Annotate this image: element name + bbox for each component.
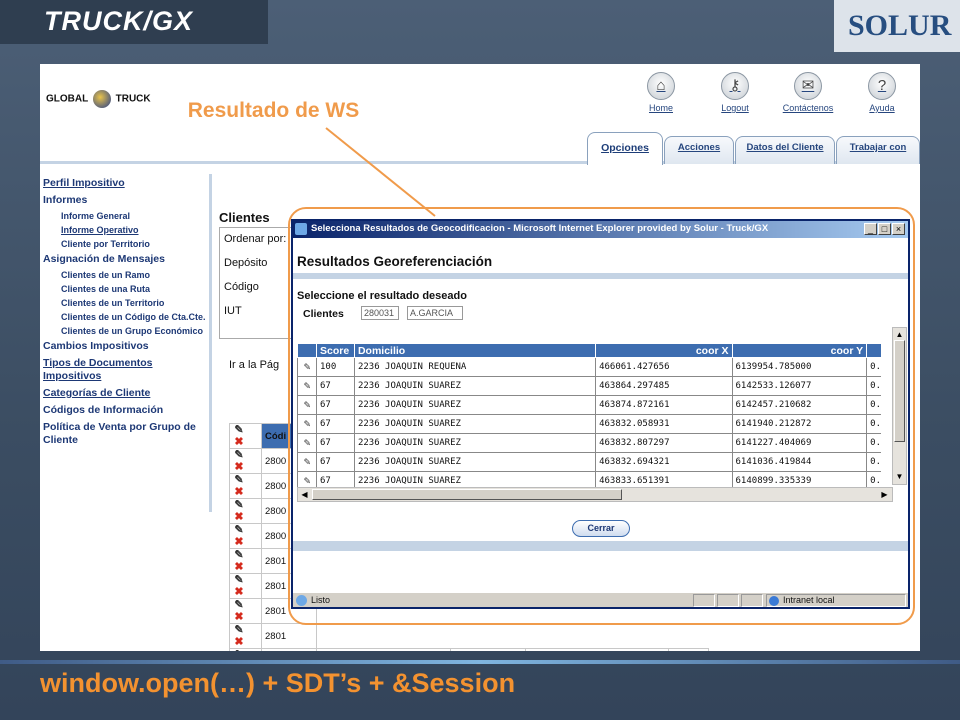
- logout-label: Logout: [721, 103, 749, 113]
- logout-button[interactable]: ⚷ Logout: [709, 72, 761, 113]
- sidebar-item[interactable]: Política de Venta por Grupo de Cliente: [43, 421, 206, 447]
- help-label: Ayuda: [869, 103, 895, 113]
- sidebar-item[interactable]: Clientes de un Grupo Económico: [61, 326, 206, 337]
- tab-trabajar-con[interactable]: Trabajar con: [836, 136, 920, 164]
- client-name-cell: CASTRO DANIEL: [316, 648, 452, 651]
- solur-logo: SOLUR: [834, 0, 960, 52]
- delete-icon[interactable]: ✖: [233, 586, 245, 598]
- client-doc-cell: 6042916-5: [450, 648, 527, 651]
- order-option-iut[interactable]: IUT: [224, 304, 294, 318]
- pencil-icon[interactable]: ✎: [233, 574, 245, 586]
- sidebar-item[interactable]: Informe General: [61, 211, 206, 222]
- sidebar-item[interactable]: Informes: [43, 194, 206, 207]
- delete-icon[interactable]: ✖: [233, 561, 245, 573]
- order-by-label: Ordenar por:: [224, 233, 287, 245]
- callout-label: Resultado de WS: [187, 99, 360, 122]
- logout-icon: ⚷: [721, 72, 749, 100]
- sidebar-item[interactable]: Clientes de un Ramo: [61, 270, 206, 281]
- help-button[interactable]: ? Ayuda: [856, 72, 908, 113]
- delete-icon: ✖: [234, 436, 244, 448]
- help-icon: ?: [868, 72, 896, 100]
- globe-icon: [92, 90, 111, 108]
- footer-divider: [0, 660, 960, 664]
- global-truck-logo: GLOBAL TRUCK: [46, 90, 151, 108]
- sidebar-item[interactable]: Tipos de Documentos Impositivos: [43, 357, 206, 383]
- tab-datos-cliente[interactable]: Datos del Cliente: [735, 136, 835, 164]
- contact-icon: ✉: [794, 72, 822, 100]
- pencil-icon[interactable]: ✎: [233, 449, 245, 461]
- sidebar-item[interactable]: Perfil Impositivo: [43, 177, 206, 190]
- callout-highlight: [288, 207, 915, 625]
- home-label: Home: [648, 103, 673, 113]
- sidebar-item[interactable]: Clientes de un Código de Cta.Cte.: [61, 312, 206, 323]
- client-code-cell[interactable]: 2802: [260, 648, 318, 651]
- client-code-cell[interactable]: 2801: [260, 623, 318, 649]
- delete-icon[interactable]: ✖: [233, 611, 245, 623]
- client-address-cell: 16102 E. CORRALES: [525, 648, 669, 651]
- pencil-icon[interactable]: ✎: [233, 624, 245, 636]
- pencil-icon: ✎: [234, 424, 244, 436]
- pencil-icon[interactable]: ✎: [233, 599, 245, 611]
- pencil-icon[interactable]: ✎: [233, 499, 245, 511]
- sidebar-item[interactable]: Clientes de una Ruta: [61, 284, 206, 295]
- delete-icon[interactable]: ✖: [233, 461, 245, 473]
- pencil-icon[interactable]: ✎: [233, 474, 245, 486]
- sidebar-item[interactable]: Asignación de Mensajes: [43, 253, 206, 266]
- tab-acciones[interactable]: Acciones: [664, 136, 734, 164]
- sidebar-item[interactable]: Clientes de un Territorio: [61, 298, 206, 309]
- sidebar-item[interactable]: Códigos de Información: [43, 404, 206, 417]
- page-title: Clientes: [219, 210, 270, 225]
- sidebar-item[interactable]: Informe Operativo: [61, 225, 206, 236]
- home-icon: ⌂: [647, 72, 675, 100]
- contact-label: Contáctenos: [782, 103, 834, 113]
- go-to-page-label: Ir a la Pág: [229, 359, 280, 371]
- order-option-codigo[interactable]: Código: [224, 280, 294, 294]
- delete-icon[interactable]: ✖: [233, 636, 245, 648]
- sidebar-item[interactable]: Categorías de Cliente: [43, 387, 206, 400]
- pencil-icon[interactable]: ✎: [233, 649, 245, 651]
- tab-opciones[interactable]: Opciones: [587, 132, 663, 165]
- truck-gx-logo: TRUCK/GX: [0, 0, 268, 44]
- delete-icon[interactable]: ✖: [233, 486, 245, 498]
- pencil-icon[interactable]: ✎: [233, 524, 245, 536]
- sidebar-item[interactable]: Cliente por Territorio: [61, 239, 206, 250]
- order-option-deposito[interactable]: Depósito: [224, 256, 294, 270]
- logo-text-right: TRUCK: [115, 93, 151, 105]
- sidebar-item[interactable]: Cambios Impositivos: [43, 340, 206, 353]
- footer-caption: window.open(…) + SDT’s + &Session: [40, 668, 516, 698]
- order-by-panel: Ordenar por: Depósito Código IUT: [219, 227, 299, 339]
- contact-button[interactable]: ✉ Contáctenos: [782, 72, 834, 113]
- sidebar: Perfil Impositivo Informes Informe General…: [40, 174, 212, 512]
- pencil-icon[interactable]: ✎: [233, 549, 245, 561]
- logo-text-left: GLOBAL: [46, 93, 89, 105]
- table-row: ✎ ✖2802CASTRO DANIEL6042916-516102 E. CO…: [229, 648, 709, 651]
- home-button[interactable]: ⌂ Home: [635, 72, 687, 113]
- delete-icon[interactable]: ✖: [233, 536, 245, 548]
- delete-icon[interactable]: ✖: [233, 511, 245, 523]
- table-row: ✎ ✖ 2801: [229, 623, 709, 649]
